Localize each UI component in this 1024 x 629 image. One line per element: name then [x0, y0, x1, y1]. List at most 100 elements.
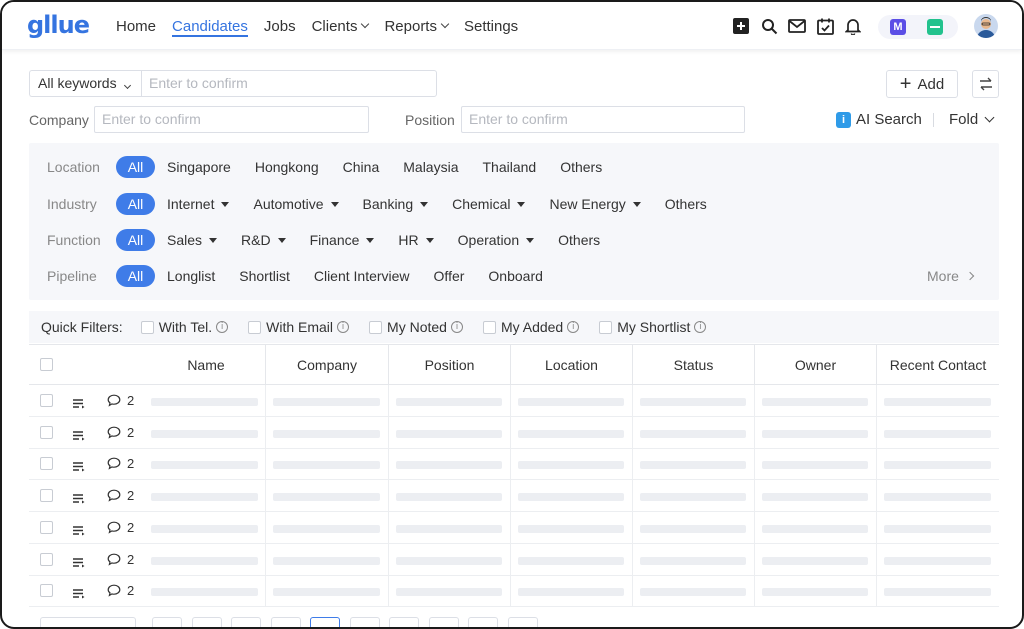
- comment-count[interactable]: 2: [107, 393, 134, 408]
- filter-option[interactable]: Others: [560, 159, 602, 175]
- filter-option[interactable]: Singapore: [167, 159, 231, 175]
- page-button[interactable]: [231, 617, 261, 627]
- nav-home[interactable]: Home: [116, 2, 156, 50]
- bell-icon[interactable]: [844, 17, 862, 35]
- nav-jobs[interactable]: Jobs: [264, 2, 296, 50]
- list-detail-icon[interactable]: [73, 523, 85, 539]
- row-checkbox[interactable]: [40, 457, 53, 471]
- ai-search-button[interactable]: i AI Search: [836, 111, 922, 128]
- filter-option[interactable]: Others: [558, 232, 600, 248]
- page-button[interactable]: [350, 617, 380, 627]
- filter-option[interactable]: Offer: [434, 268, 465, 284]
- comment-count[interactable]: 2: [107, 488, 134, 503]
- table-row[interactable]: 2: [29, 480, 999, 513]
- page-button[interactable]: [271, 617, 301, 627]
- page-button[interactable]: [389, 617, 419, 627]
- filter-option[interactable]: Client Interview: [314, 268, 410, 284]
- table-row[interactable]: 2: [29, 385, 999, 417]
- row-checkbox[interactable]: [40, 394, 53, 407]
- comment-count[interactable]: 2: [107, 520, 134, 535]
- filter-option[interactable]: Operation: [458, 232, 535, 248]
- more-filters-button[interactable]: More: [927, 268, 975, 284]
- table-row[interactable]: 2: [29, 544, 999, 576]
- list-detail-icon[interactable]: [73, 555, 85, 571]
- nav-candidates[interactable]: Candidates: [172, 2, 248, 50]
- row-checkbox[interactable]: [40, 520, 53, 534]
- list-detail-icon[interactable]: [73, 428, 85, 444]
- checkbox[interactable]: [248, 320, 262, 334]
- add-button[interactable]: + Add: [886, 70, 958, 98]
- filter-option[interactable]: Longlist: [167, 268, 215, 284]
- info-icon[interactable]: i: [216, 321, 229, 333]
- column-name[interactable]: Name: [147, 345, 265, 385]
- checkbox[interactable]: [140, 320, 154, 334]
- list-detail-icon[interactable]: [73, 396, 85, 412]
- swap-view-button[interactable]: [972, 70, 999, 98]
- filter-option[interactable]: Finance: [310, 232, 375, 248]
- filter-option[interactable]: Malaysia: [403, 159, 458, 175]
- table-row[interactable]: 2: [29, 417, 999, 449]
- column-recent-contact[interactable]: Recent Contact: [876, 345, 999, 385]
- table-row[interactable]: 2: [29, 575, 999, 608]
- quick-filter-with-email[interactable]: With Email i: [248, 319, 350, 335]
- quick-filter-my-noted[interactable]: My Noted i: [369, 319, 463, 335]
- list-detail-icon[interactable]: [73, 586, 85, 602]
- select-all-checkbox[interactable]: [40, 358, 53, 371]
- nav-clients[interactable]: Clients: [312, 2, 370, 50]
- table-row[interactable]: 2: [29, 512, 999, 544]
- avatar[interactable]: [974, 14, 998, 38]
- column-company[interactable]: Company: [265, 345, 388, 385]
- current-page-button[interactable]: [310, 617, 340, 627]
- row-checkbox[interactable]: [40, 552, 53, 566]
- company-input[interactable]: Enter to confirm: [94, 106, 369, 133]
- nav-settings[interactable]: Settings: [464, 2, 518, 50]
- quick-filter-with-tel[interactable]: With Tel. i: [140, 319, 229, 335]
- calendar-check-icon[interactable]: [816, 17, 834, 35]
- m-app-icon[interactable]: M: [890, 19, 906, 35]
- filter-pipeline-all[interactable]: All: [116, 265, 155, 287]
- row-checkbox[interactable]: [40, 584, 53, 598]
- page-button[interactable]: [429, 617, 459, 627]
- filter-option[interactable]: R&D: [241, 232, 286, 248]
- keyword-input[interactable]: Enter to confirm: [141, 70, 437, 97]
- filter-option[interactable]: Hongkong: [255, 159, 319, 175]
- last-page-button[interactable]: [468, 617, 498, 627]
- green-app-icon[interactable]: [927, 19, 943, 35]
- checkbox[interactable]: [369, 320, 383, 334]
- row-checkbox[interactable]: [40, 425, 53, 439]
- next-page-button[interactable]: [508, 617, 538, 627]
- filter-option[interactable]: China: [343, 159, 380, 175]
- comment-count[interactable]: 2: [107, 425, 134, 440]
- filter-option[interactable]: Banking: [363, 196, 429, 212]
- column-status[interactable]: Status: [632, 345, 754, 385]
- info-icon[interactable]: i: [337, 321, 350, 333]
- keyword-scope-select[interactable]: All keywords: [29, 70, 141, 97]
- table-row[interactable]: 2: [29, 448, 999, 481]
- filter-option[interactable]: Sales: [167, 232, 218, 248]
- page-size-select[interactable]: [40, 617, 136, 627]
- filter-option[interactable]: Shortlist: [239, 268, 290, 284]
- filter-option[interactable]: Internet: [167, 196, 230, 212]
- filter-location-all[interactable]: All: [116, 156, 155, 178]
- filter-option[interactable]: New Energy: [549, 196, 641, 212]
- first-page-button[interactable]: [152, 617, 182, 627]
- filter-option[interactable]: Thailand: [483, 159, 537, 175]
- filter-option[interactable]: Others: [665, 196, 707, 212]
- app-logo[interactable]: gllue: [27, 11, 90, 39]
- add-square-icon[interactable]: [732, 17, 750, 35]
- filter-option[interactable]: Automotive: [253, 196, 339, 212]
- mail-icon[interactable]: [788, 17, 806, 35]
- comment-count[interactable]: 2: [107, 552, 134, 567]
- comment-count[interactable]: 2: [107, 456, 134, 471]
- prev-page-button[interactable]: [192, 617, 222, 627]
- position-input[interactable]: Enter to confirm: [461, 106, 745, 133]
- checkbox[interactable]: [599, 320, 613, 334]
- filter-option[interactable]: Onboard: [488, 268, 542, 284]
- filter-function-all[interactable]: All: [116, 229, 155, 251]
- column-owner[interactable]: Owner: [754, 345, 876, 385]
- row-checkbox[interactable]: [40, 489, 53, 503]
- checkbox[interactable]: [482, 320, 496, 334]
- info-icon[interactable]: i: [450, 321, 463, 333]
- filter-option[interactable]: HR: [398, 232, 434, 248]
- search-icon[interactable]: [760, 17, 778, 35]
